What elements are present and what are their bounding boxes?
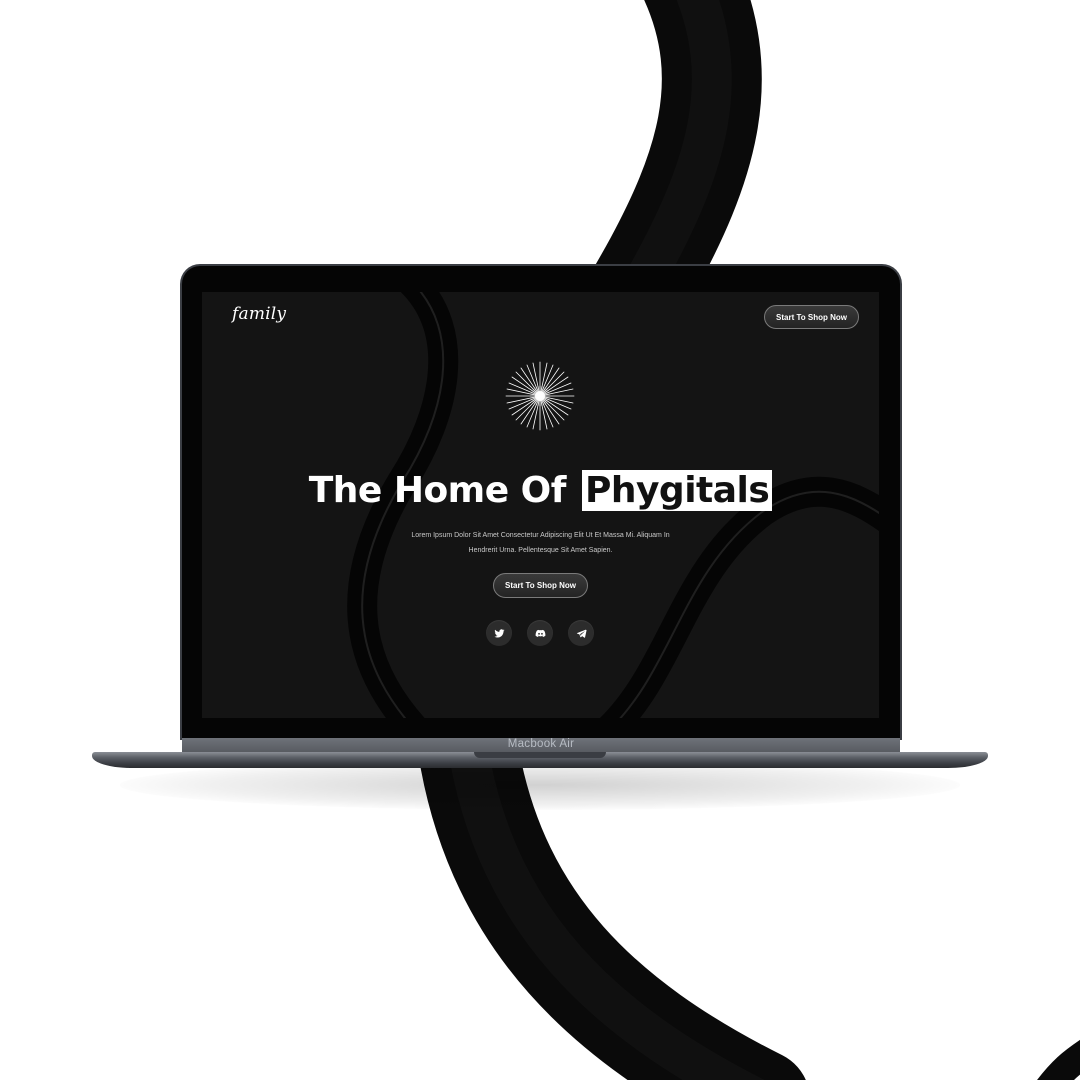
laptop-screen: family Start To Shop Now The Home Of Phy… [202, 292, 879, 718]
headline-prefix: The Home Of [308, 470, 578, 511]
hero-headline: The Home Of Phygitals [202, 470, 879, 511]
discord-icon [535, 629, 545, 637]
headline-highlight: Phygitals [581, 470, 773, 511]
telegram-icon [576, 629, 587, 638]
device-label: Macbook Air [507, 738, 575, 750]
mockup-scene: family Start To Shop Now The Home Of Phy… [0, 0, 1080, 1080]
description-line-2: Hendrerit Urna. Pellentesque Sit Amet Sa… [468, 547, 613, 554]
laptop-base-notch [474, 752, 606, 758]
twitter-icon [493, 628, 505, 638]
description-line-1: Lorem Ipsum Dolor Sit Amet Consectetur A… [411, 532, 670, 539]
social-links [486, 620, 596, 648]
twitter-link[interactable] [486, 620, 512, 646]
telegram-link[interactable] [568, 620, 594, 646]
hero-shop-button[interactable]: Start To Shop Now [493, 573, 588, 598]
header-shop-button[interactable]: Start To Shop Now [764, 305, 859, 329]
discord-link[interactable] [527, 620, 553, 646]
sparkle-icon [505, 361, 575, 431]
hero-description: Lorem Ipsum Dolor Sit Amet Consectetur A… [382, 528, 699, 558]
brand-logo[interactable]: family [232, 304, 286, 324]
